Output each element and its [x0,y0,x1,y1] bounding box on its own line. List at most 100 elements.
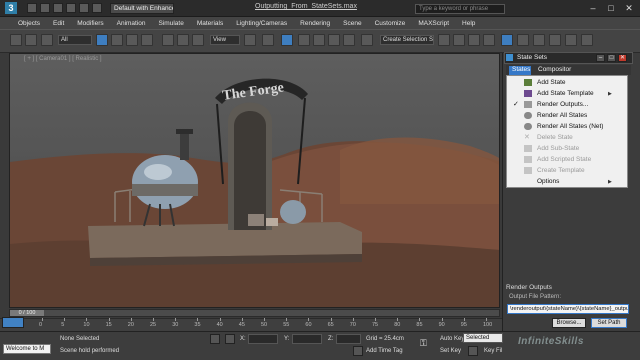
pivot-point-icon[interactable] [244,34,256,46]
key-mode-dropdown[interactable]: Selected [463,333,503,343]
unlink-icon[interactable] [25,34,37,46]
render-production-icon[interactable] [565,34,577,46]
add-time-tag[interactable]: Add Time Tag [366,348,403,354]
angle-snap-icon[interactable] [313,34,325,46]
menu-animation[interactable]: Animation [117,20,146,27]
timeline-tick [42,318,43,321]
time-slider-track[interactable] [9,309,500,317]
undo-icon[interactable] [66,3,76,13]
close-window-icon[interactable]: ✕ [621,0,637,16]
menu-item-add-state[interactable]: Add State [537,79,566,86]
menu-item-add-state-template[interactable]: Add State Template [537,90,594,97]
timeline-tick [175,318,177,321]
rendered-frame-window-icon[interactable] [549,34,561,46]
edit-named-selection-icon[interactable] [361,34,373,46]
lock-selection-icon[interactable] [210,334,220,344]
open-file-icon[interactable] [40,3,50,13]
browse-button[interactable]: Browse... [552,318,586,328]
menu-help[interactable]: Help [462,20,475,27]
new-file-icon[interactable] [27,3,37,13]
spinner-snap-icon[interactable] [343,34,355,46]
rectangular-selection-icon[interactable] [126,34,138,46]
menu-edit[interactable]: Edit [53,20,64,27]
menu-scene[interactable]: Scene [343,20,361,27]
menu-materials[interactable]: Materials [197,20,223,27]
menu-rendering[interactable]: Rendering [300,20,330,27]
window-crossing-icon[interactable] [141,34,153,46]
save-file-icon[interactable] [53,3,63,13]
menu-item-create-template[interactable]: Create Template [537,167,585,174]
select-rotate-icon[interactable] [177,34,189,46]
time-slider-handle[interactable]: 0 / 100 [10,310,44,316]
set-key-icon[interactable]: ⚿ [420,338,427,349]
set-path-button[interactable]: Set Path [591,318,627,328]
set-key-button[interactable]: Set Key [440,348,461,354]
menu-simulate[interactable]: Simulate [159,20,184,27]
timeline-tick-label: 5 [61,322,65,328]
select-object-icon[interactable] [96,34,108,46]
maximize-icon[interactable]: □ [603,0,619,16]
state-sets-icon[interactable] [501,34,513,46]
menu-maxscript[interactable]: MAXScript [418,20,449,27]
render-iterative-icon[interactable] [581,34,593,46]
workspace-dropdown[interactable]: Default with Enhance [110,3,174,14]
minimize-icon[interactable]: – [585,0,601,16]
mini-curve-editor-icon[interactable] [2,317,24,328]
timeline-tick [219,318,221,321]
menu-item-add-sub-state[interactable]: Add Sub-State [537,145,579,152]
menu-item-render-outputs[interactable]: Render Outputs... [537,101,588,108]
maxscript-listener-input[interactable]: Welcome to M [3,344,51,354]
redo-icon[interactable] [79,3,89,13]
template-create-icon [524,167,532,174]
z-coordinate-field[interactable] [336,334,361,344]
tab-states[interactable]: States [509,66,531,75]
select-by-name-icon[interactable] [111,34,123,46]
bind-space-warp-icon[interactable] [41,34,53,46]
state-sets-minimize-icon[interactable]: – [596,54,605,62]
track-bar[interactable] [0,318,502,331]
select-move-icon[interactable] [162,34,174,46]
timeline-tick [352,318,354,321]
tab-compositor[interactable]: Compositor [538,66,571,73]
keyboard-shortcut-override-icon[interactable] [281,34,293,46]
menu-item-add-scripted-state[interactable]: Add Scripted State [537,156,591,163]
menu-objects[interactable]: Objects [18,20,40,27]
search-input[interactable]: Type a keyword or phrase [415,4,505,14]
timeline-tick [375,318,376,321]
material-editor-icon[interactable] [517,34,529,46]
menu-customize[interactable]: Customize [375,20,406,27]
selection-filter-dropdown[interactable]: All [58,35,92,45]
absolute-mode-icon[interactable] [225,334,235,344]
auto-key-button[interactable]: Auto Key [440,336,464,342]
state-sets-close-icon[interactable]: ✕ [618,54,627,62]
percent-snap-icon[interactable] [328,34,340,46]
camera-viewport[interactable]: [ + ] [ Camera01 ] [ Realistic ] The For… [9,53,500,308]
output-file-pattern-input[interactable]: \renderoutput\{stateName}\{stateName}_ou… [507,304,629,314]
menu-item-options[interactable]: Options [537,178,559,185]
add-time-tag-icon[interactable] [353,346,363,356]
project-folder-icon[interactable] [92,3,102,13]
state-sets-maximize-icon[interactable]: □ [607,54,616,62]
menu-modifiers[interactable]: Modifiers [77,20,103,27]
menu-lighting-cameras[interactable]: Lighting/Cameras [236,20,287,27]
snaps-toggle-icon[interactable] [298,34,310,46]
mirror-icon[interactable] [438,34,450,46]
app-logo-icon[interactable]: 3 [5,2,17,14]
y-coordinate-field[interactable] [292,334,322,344]
x-coordinate-field[interactable] [248,334,278,344]
key-filters-button[interactable]: Key Fil [484,348,502,354]
menu-item-render-all-states-net[interactable]: Render All States (Net) [537,123,603,130]
render-setup-icon[interactable] [533,34,545,46]
select-link-icon[interactable] [10,34,22,46]
default-in-out-tangents-icon[interactable] [468,346,478,356]
scene-explorer-icon[interactable] [468,34,480,46]
menu-item-delete-state[interactable]: Delete State [537,134,573,141]
timeline-tick [241,318,243,321]
named-selection-set-dropdown[interactable]: Create Selection Se [380,35,434,45]
select-manipulate-icon[interactable] [262,34,274,46]
align-icon[interactable] [453,34,465,46]
reference-coordinate-dropdown[interactable]: View [210,35,240,45]
curve-editor-icon[interactable] [483,34,495,46]
select-scale-icon[interactable] [192,34,204,46]
menu-item-render-all-states[interactable]: Render All States [537,112,587,119]
